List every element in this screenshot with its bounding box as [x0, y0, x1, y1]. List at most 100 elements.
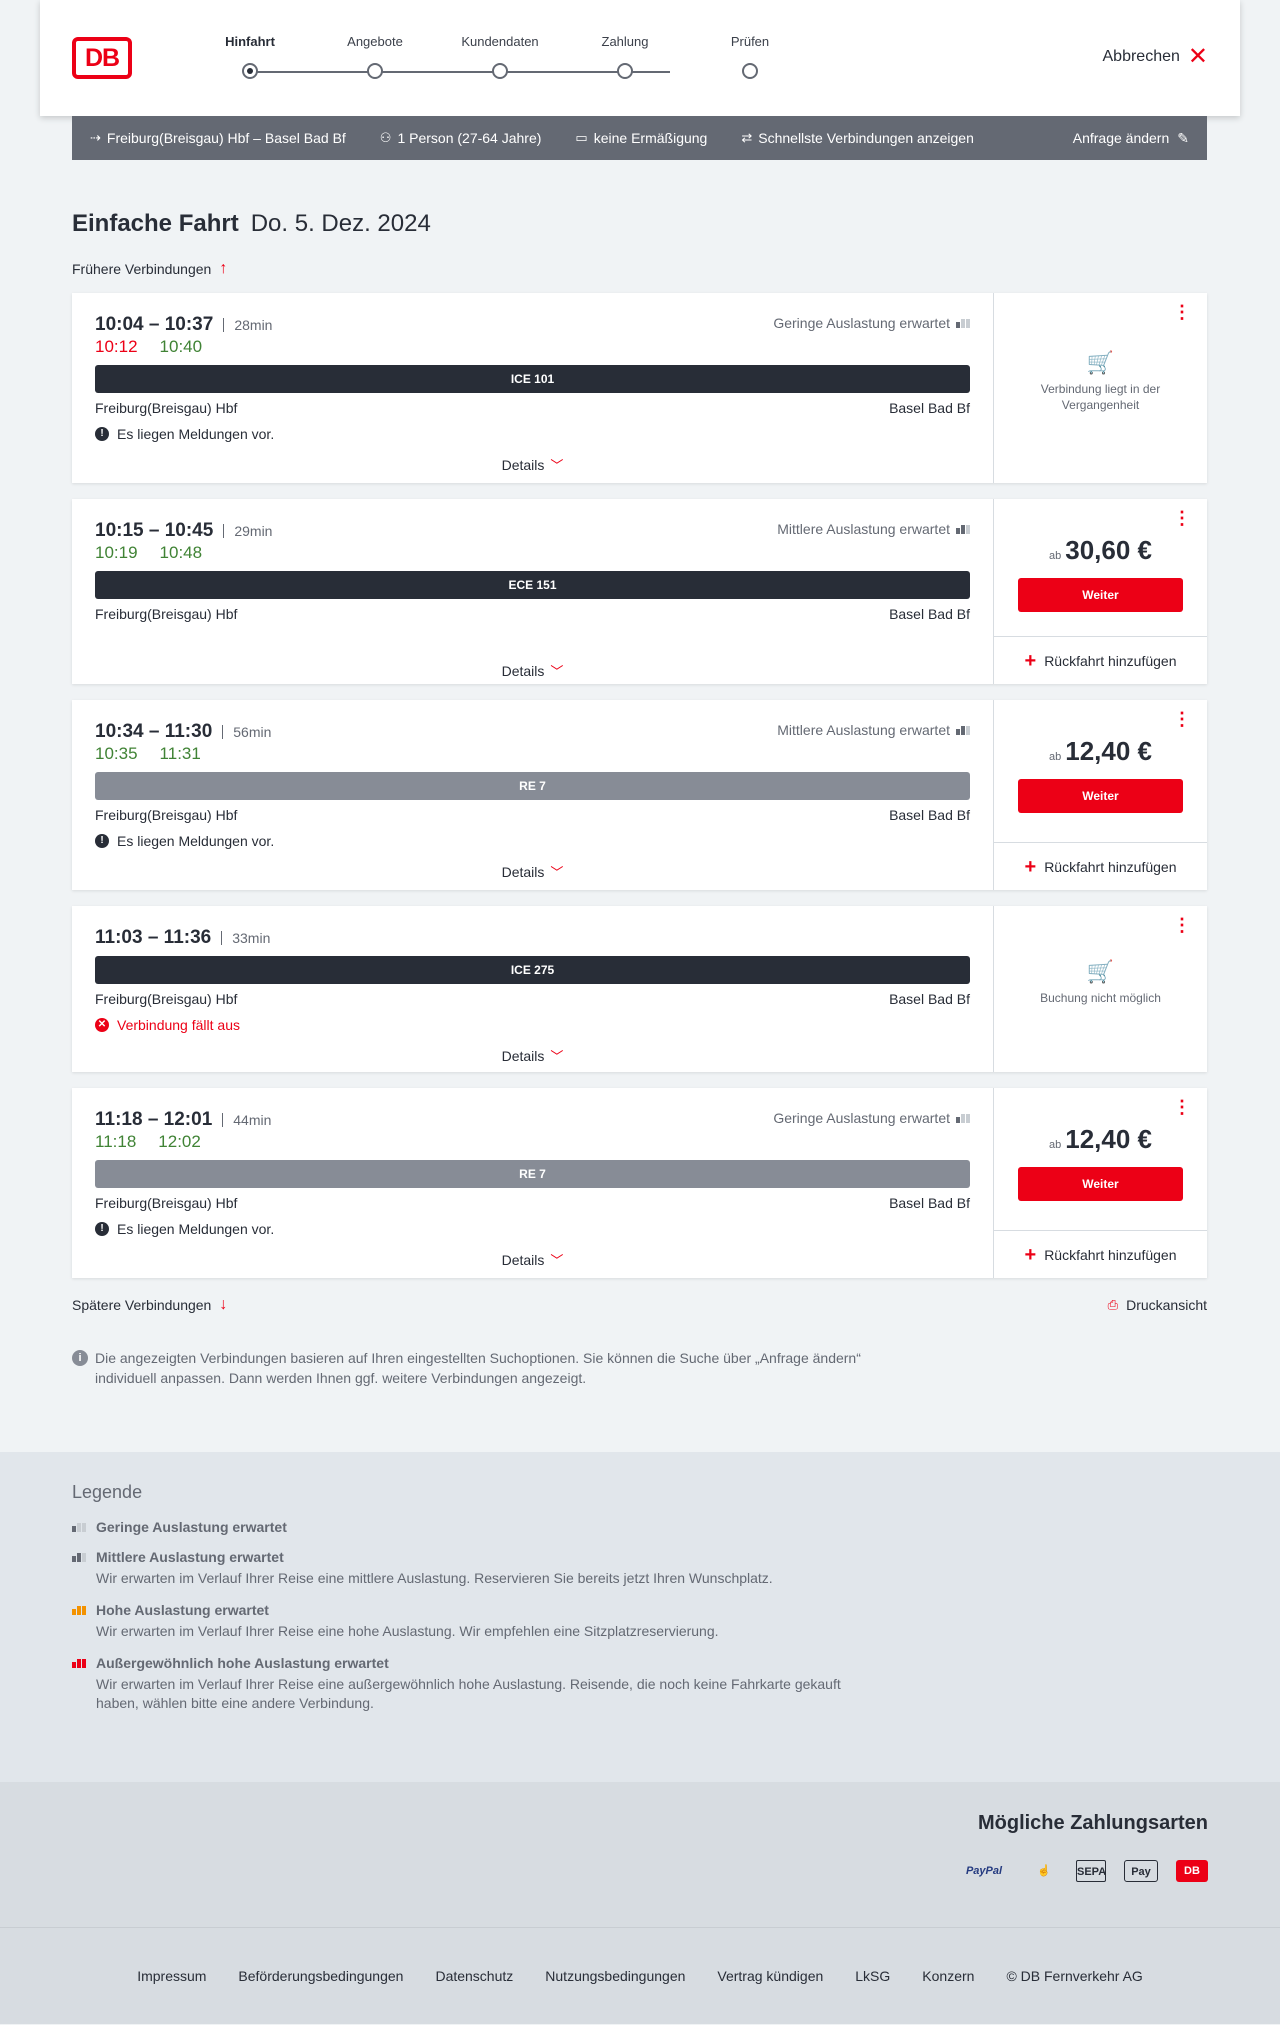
realtime-arrival: 10:40 [159, 337, 203, 356]
price: ab 12,40 € [994, 736, 1207, 767]
price-prefix: ab [1049, 1139, 1062, 1151]
payment-section: Mögliche Zahlungsarten PayPal ☝ SEPA Pay… [0, 1782, 1280, 1927]
sliders-icon: ⇄ [741, 130, 753, 145]
connection-card: 10:04 – 10:37 28min Geringe Auslastung er… [72, 293, 1207, 483]
connection-side: ⋮ ab 12,40 € Weiter + Rückfahrt hinzufügen [994, 1088, 1207, 1278]
more-options-icon[interactable]: ⋮ [1173, 1098, 1191, 1116]
connection-main[interactable]: 10:04 – 10:37 28min Geringe Auslastung er… [72, 293, 994, 483]
step-angebote[interactable]: Angebote [320, 34, 430, 79]
price-prefix: ab [1049, 550, 1062, 562]
legend-title: Legende [72, 1482, 143, 1502]
later-connections-link[interactable]: Spätere Verbindungen ↓ [72, 1296, 227, 1314]
legend-item-title: Außergewöhnlich hohe Auslastung erwartet [96, 1655, 389, 1671]
notice: ! Es liegen Meldungen vor. [95, 425, 970, 443]
train-bar: ICE 275 [95, 956, 970, 984]
more-options-icon[interactable]: ⋮ [1173, 916, 1191, 934]
continue-button[interactable]: Weiter [1018, 1167, 1183, 1201]
add-return-button[interactable]: + Rückfahrt hinzufügen [994, 842, 1207, 890]
arrival-station: Basel Bad Bf [889, 807, 970, 823]
footer-link-nutzungsbedingungen[interactable]: Nutzungsbedingungen [545, 1968, 685, 1984]
step-zahlung[interactable]: Zahlung [570, 34, 680, 79]
add-return-button[interactable]: + Rückfahrt hinzufügen [994, 1230, 1207, 1278]
duration: 44min [222, 1113, 271, 1127]
occupancy-extreme-icon [72, 1658, 88, 1668]
db-logo[interactable]: DB [72, 37, 132, 79]
legend-item-desc: Wir erwarten im Verlauf Ihrer Reise eine… [96, 1676, 841, 1711]
step-dot [617, 63, 633, 79]
step-label: Zahlung [601, 34, 649, 49]
copyright: © DB Fernverkehr AG [1006, 1968, 1143, 1984]
connection-side: ⋮ 🛒 Buchung nicht möglich [994, 906, 1207, 1072]
passenger-text: 1 Person (27-64 Jahre) [397, 130, 542, 146]
realtime-times: 10:12 10:40 [95, 337, 970, 359]
header-bar: DB Hinfahrt Angebote Kundendaten Zahlung… [40, 0, 1240, 116]
connection-side: ⋮ ab 30,60 € Weiter + Rückfahrt hinzufügen [994, 499, 1207, 684]
cancel-button[interactable]: Abbrechen ✕ [1103, 45, 1209, 69]
continue-button[interactable]: Weiter [1018, 779, 1183, 813]
footer: Impressum Beförderungsbedingungen Datens… [0, 1927, 1280, 2024]
planned-times: 11:03 – 11:36 [95, 927, 212, 948]
apple-pay-icon: Pay [1124, 1860, 1158, 1882]
notice: ! Es liegen Meldungen vor. [95, 1220, 970, 1238]
contactless-icon: ☝ [1037, 1865, 1051, 1877]
planned-times: 11:18 – 12:01 [95, 1109, 213, 1130]
earlier-connections-link[interactable]: Frühere Verbindungen ↑ [72, 260, 1207, 278]
arrival-station: Basel Bad Bf [889, 1195, 970, 1211]
step-label: Prüfen [730, 34, 770, 49]
footer-link-befoerderungsbedingungen[interactable]: Beförderungsbedingungen [238, 1968, 403, 1984]
connection-main[interactable]: 10:34 – 11:30 56min Mittlere Auslastung e… [72, 700, 994, 890]
details-toggle[interactable]: Details ﹀ [95, 1250, 970, 1269]
notice: ! Es liegen Meldungen vor. [95, 832, 970, 850]
footer-link-vertrag-kuendigen[interactable]: Vertrag kündigen [717, 1968, 823, 1984]
more-options-icon[interactable]: ⋮ [1173, 509, 1191, 527]
footer-link-lksg[interactable]: LkSG [855, 1968, 890, 1984]
notice-text: Es liegen Meldungen vor. [117, 426, 275, 442]
occupancy-info: Geringe Auslastung erwartet [773, 315, 970, 331]
occupancy-text: Geringe Auslastung erwartet [773, 1110, 950, 1126]
payment-icons: PayPal ☝ SEPA Pay DB [956, 1860, 1208, 1882]
add-return-button[interactable]: + Rückfahrt hinzufügen [994, 636, 1207, 684]
legend-item: Außergewöhnlich hohe Auslastung erwartet… [72, 1655, 1208, 1713]
chevron-down-icon: ﹀ [550, 664, 564, 679]
more-options-icon[interactable]: ⋮ [1173, 710, 1191, 728]
price-value: 12,40 € [1065, 1124, 1152, 1154]
step-pruefen[interactable]: Prüfen [695, 34, 805, 79]
stepper-line [250, 71, 670, 73]
step-dot [742, 63, 758, 79]
realtime-departure: 10:35 [95, 744, 138, 763]
connection-main[interactable]: 11:18 – 12:01 44min Geringe Auslastung er… [72, 1088, 994, 1278]
continue-button[interactable]: Weiter [1018, 578, 1183, 612]
connection-main[interactable]: 11:03 – 11:36 33min ICE 275 Freiburg(Brei… [72, 906, 994, 1072]
duration: 33min [221, 931, 270, 945]
details-toggle[interactable]: Details ﹀ [95, 455, 970, 474]
search-options-note: i Die angezeigten Verbindungen basieren … [72, 1348, 872, 1388]
more-options-icon[interactable]: ⋮ [1173, 303, 1191, 321]
search-summary-bar: ⇢ Freiburg(Breisgau) Hbf – Basel Bad Bf ⚇… [72, 116, 1207, 160]
footer-link-konzern[interactable]: Konzern [922, 1968, 974, 1984]
details-label: Details [501, 457, 545, 473]
cancellation-notice: ✕ Verbindung fällt aus [95, 1016, 970, 1034]
pencil-icon: ✎ [1177, 129, 1189, 146]
legend-item-desc: Wir erwarten im Verlauf Ihrer Reise eine… [96, 1570, 773, 1586]
duration: 56min [222, 725, 271, 739]
details-toggle[interactable]: Details ﹀ [95, 862, 970, 881]
footer-link-impressum[interactable]: Impressum [137, 1968, 206, 1984]
later-label: Spätere Verbindungen [72, 1297, 212, 1313]
departure-station: Freiburg(Breisgau) Hbf [95, 1195, 238, 1211]
details-label: Details [501, 864, 545, 880]
print-view-link[interactable]: ⎙ Druckansicht [1108, 1296, 1207, 1314]
page-heading: Einfache Fahrt Do. 5. Dez. 2024 [72, 210, 1207, 238]
footer-link-datenschutz[interactable]: Datenschutz [435, 1968, 513, 1984]
connection-card: 11:18 – 12:01 44min Geringe Auslastung er… [72, 1088, 1207, 1278]
step-hinfahrt[interactable]: Hinfahrt [195, 34, 305, 79]
print-label: Druckansicht [1126, 1297, 1207, 1313]
details-toggle[interactable]: Details ﹀ [95, 661, 970, 680]
edit-search-button[interactable]: Anfrage ändern ✎ [1073, 130, 1189, 147]
arrival-station: Basel Bad Bf [889, 400, 970, 416]
step-kundendaten[interactable]: Kundendaten [445, 34, 555, 79]
connection-main[interactable]: 10:15 – 10:45 29min Mittlere Auslastung e… [72, 499, 994, 684]
departure-station: Freiburg(Breisgau) Hbf [95, 807, 238, 823]
details-toggle[interactable]: Details ﹀ [95, 1046, 970, 1065]
arrival-station: Basel Bad Bf [889, 606, 970, 622]
planned-times: 10:15 – 10:45 [95, 520, 214, 541]
